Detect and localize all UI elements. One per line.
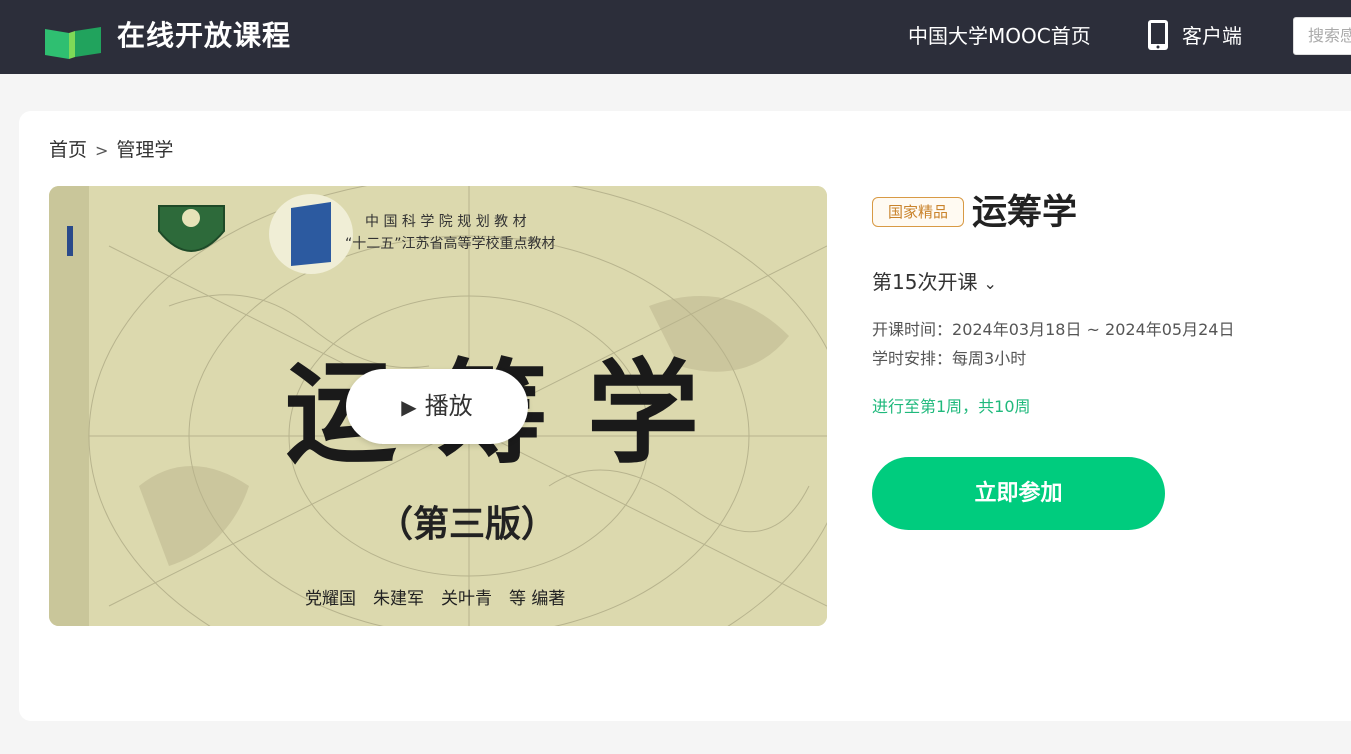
course-title: 运筹学 [972,193,1078,233]
course-hours: 学时安排：每周3小时 [872,348,1026,370]
course-hours-label: 学时安排： [872,349,953,368]
play-button[interactable]: ▶ 播放 [346,369,528,444]
breadcrumb-category[interactable]: 管理学 [116,139,173,161]
breadcrumb: 首页 > 管理学 [49,137,173,164]
chevron-down-icon: ⌄ [983,274,997,293]
play-icon: ▶ [401,395,417,419]
session-selector[interactable]: 第15次开课 ⌄ [872,268,997,298]
course-hours-value: 每周3小时 [952,349,1027,368]
client-app-link[interactable]: 客户端 [1182,22,1242,50]
course-time-value: 2024年03月18日 ~ 2024年05月24日 [952,320,1235,339]
breadcrumb-home[interactable]: 首页 [49,139,87,161]
site-title[interactable]: 在线开放课程 [117,16,291,56]
search-input[interactable]: 搜索感兴趣的课程 [1293,17,1351,55]
course-progress: 进行至第1周，共10周 [872,397,1031,416]
national-quality-badge: 国家精品 [872,197,964,227]
cover-authors: 党耀国 朱建军 关叶青 等 编著 [305,589,565,609]
series-line-1: 中 国 科 学 院 规 划 教 材 [365,214,527,230]
breadcrumb-separator: > [95,141,109,160]
session-label: 第15次开课 [872,270,978,294]
course-time-label: 开课时间： [872,320,953,339]
play-label: 播放 [424,392,473,420]
series-line-2: “十二五”江苏省高等学校重点教材 [345,235,556,252]
cover-edition: （第三版） [377,503,557,545]
book-logo-icon[interactable] [45,25,101,59]
join-course-button[interactable]: 立即参加 [872,457,1165,530]
phone-icon[interactable] [1147,19,1169,51]
mooc-home-link[interactable]: 中国大学MOOC首页 [908,22,1091,50]
course-time: 开课时间：2024年03月18日 ~ 2024年05月24日 [872,319,1234,341]
top-header: 在线开放课程 中国大学MOOC首页 客户端 搜索感兴趣的课程 [0,0,1351,74]
